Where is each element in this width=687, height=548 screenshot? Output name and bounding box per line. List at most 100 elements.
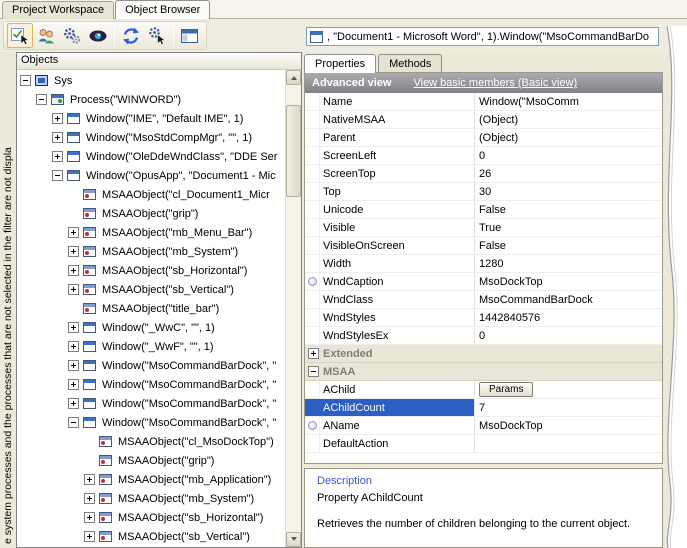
tree-item[interactable]: Process("WINWORD"): [17, 90, 285, 109]
object-spy-button[interactable]: [85, 23, 111, 48]
tree-item[interactable]: MSAAObject("cl_Document1_Micr: [17, 185, 285, 204]
expand-box[interactable]: [68, 360, 79, 371]
expand-box[interactable]: [84, 512, 95, 523]
property-name: WndCaption: [320, 276, 474, 288]
expand-box[interactable]: [84, 531, 95, 542]
tree-item[interactable]: MSAAObject("grip"): [17, 204, 285, 223]
property-name-cell: ScreenTop: [305, 165, 475, 182]
collapse-box[interactable]: [52, 170, 63, 181]
tab-object-browser[interactable]: Object Browser: [115, 0, 210, 19]
collapse-box[interactable]: [68, 417, 79, 428]
tree-item[interactable]: MSAAObject("sb_Horizontal"): [17, 508, 285, 527]
tree-item[interactable]: Window("OleDdeWndClass", "DDE Ser: [17, 147, 285, 166]
property-row[interactable]: Width1280: [305, 255, 662, 273]
basic-view-link[interactable]: View basic members (Basic view): [413, 77, 577, 89]
tree-item[interactable]: Window("MsoStdCompMgr", "", 1): [17, 128, 285, 147]
settings-button[interactable]: [144, 23, 170, 48]
highlight-object-button[interactable]: [33, 23, 59, 48]
expand-box[interactable]: [68, 246, 79, 257]
toolbar-group: [3, 21, 207, 50]
expand-box[interactable]: [52, 113, 63, 124]
process-filter-button[interactable]: [59, 23, 85, 48]
property-gutter: [305, 111, 320, 128]
scroll-down-button[interactable]: [286, 532, 301, 547]
tree-item[interactable]: Window("MsoCommandBarDock", ": [17, 394, 285, 413]
tree-item[interactable]: Window("_WwF", "", 1): [17, 337, 285, 356]
property-row[interactable]: AChildCount7: [305, 399, 662, 417]
expand-box[interactable]: [68, 398, 79, 409]
object-path-text: , "Document1 - Microsoft Word", 1).Windo…: [327, 31, 649, 43]
collapse-box[interactable]: [20, 75, 31, 86]
panel-layout-button[interactable]: [177, 23, 203, 48]
property-row[interactable]: WndStylesEx0: [305, 327, 662, 345]
tab-project-workspace[interactable]: Project Workspace: [2, 1, 114, 19]
property-row[interactable]: WndCaptionMsoDockTop: [305, 273, 662, 291]
property-row[interactable]: Top30: [305, 183, 662, 201]
tree-item-label: Window("_WwC", "", 1): [100, 321, 217, 335]
property-name: AChildCount: [320, 402, 474, 414]
property-row[interactable]: VisibleOnScreenFalse: [305, 237, 662, 255]
expand-box[interactable]: [68, 379, 79, 390]
collapse-box[interactable]: [36, 94, 47, 105]
tree-item[interactable]: Window("MsoCommandBarDock", ": [17, 375, 285, 394]
tree-item[interactable]: MSAAObject("sb_Vertical"): [17, 280, 285, 299]
property-row[interactable]: VisibleTrue: [305, 219, 662, 237]
scrollbar-thumb[interactable]: [286, 105, 301, 197]
property-value[interactable]: 7: [475, 399, 662, 416]
tree-item[interactable]: Window("MsoCommandBarDock", ": [17, 356, 285, 375]
expand-box[interactable]: [84, 474, 95, 485]
tree-item[interactable]: Window("OpusApp", "Document1 - Mic: [17, 166, 285, 185]
tree-item[interactable]: Sys: [17, 71, 285, 90]
scrollbar-track[interactable]: [286, 85, 301, 532]
expand-box[interactable]: [84, 493, 95, 504]
tab-properties[interactable]: Properties: [304, 54, 376, 73]
params-button[interactable]: Params: [479, 382, 533, 397]
tree-item[interactable]: MSAAObject("cl_MsoDockTop"): [17, 432, 285, 451]
property-name: Top: [320, 186, 474, 198]
tree-item[interactable]: MSAAObject("mb_Application"): [17, 470, 285, 489]
property-row[interactable]: NameWindow("MsoComm: [305, 93, 662, 111]
property-row[interactable]: ANameMsoDockTop: [305, 417, 662, 435]
select-objects-button[interactable]: [7, 23, 33, 48]
property-group[interactable]: Extended: [305, 345, 662, 363]
expand-box[interactable]: [68, 265, 79, 276]
expand-box[interactable]: [68, 227, 79, 238]
property-row[interactable]: UnicodeFalse: [305, 201, 662, 219]
property-row[interactable]: ScreenTop26: [305, 165, 662, 183]
collapse-box[interactable]: [308, 366, 319, 377]
scroll-up-button[interactable]: [286, 70, 301, 85]
tree-scrollbar[interactable]: [285, 70, 301, 547]
refresh-button[interactable]: [118, 23, 144, 48]
tree-item[interactable]: MSAAObject("mb_System"): [17, 242, 285, 261]
expand-box[interactable]: [52, 151, 63, 162]
property-row[interactable]: DefaultAction: [305, 435, 662, 453]
property-row[interactable]: AChildParams: [305, 381, 662, 399]
tree-item[interactable]: Window("IME", "Default IME", 1): [17, 109, 285, 128]
tree-item[interactable]: MSAAObject("grip"): [17, 451, 285, 470]
expand-box[interactable]: [68, 341, 79, 352]
tree-item[interactable]: Window("MsoCommandBarDock", ": [17, 413, 285, 432]
tab-methods[interactable]: Methods: [378, 54, 442, 72]
expand-box[interactable]: [52, 132, 63, 143]
tree-item[interactable]: MSAAObject("mb_System"): [17, 489, 285, 508]
property-value: 30: [475, 183, 662, 200]
expand-box[interactable]: [308, 348, 319, 359]
property-row[interactable]: ScreenLeft0: [305, 147, 662, 165]
tree-item[interactable]: MSAAObject("sb_Horizontal"): [17, 261, 285, 280]
property-row[interactable]: WndClassMsoCommandBarDock: [305, 291, 662, 309]
property-row[interactable]: Parent(Object): [305, 129, 662, 147]
property-gutter: [305, 309, 320, 326]
msaa-icon: [99, 493, 112, 504]
property-row[interactable]: NativeMSAA(Object): [305, 111, 662, 129]
tree-item[interactable]: MSAAObject("title_bar"): [17, 299, 285, 318]
expand-box[interactable]: [68, 322, 79, 333]
tree-item[interactable]: MSAAObject("mb_Menu_Bar"): [17, 223, 285, 242]
tree-item[interactable]: Window("_WwC", "", 1): [17, 318, 285, 337]
property-row[interactable]: WndStyles1442840576: [305, 309, 662, 327]
expand-box[interactable]: [68, 284, 79, 295]
object-path-bar[interactable]: , "Document1 - Microsoft Word", 1).Windo…: [306, 27, 659, 46]
property-group[interactable]: MSAA: [305, 363, 662, 381]
msaa-icon: [83, 246, 96, 257]
tree-item[interactable]: MSAAObject("sb_Vertical"): [17, 527, 285, 546]
property-name: WndStylesEx: [320, 330, 474, 342]
